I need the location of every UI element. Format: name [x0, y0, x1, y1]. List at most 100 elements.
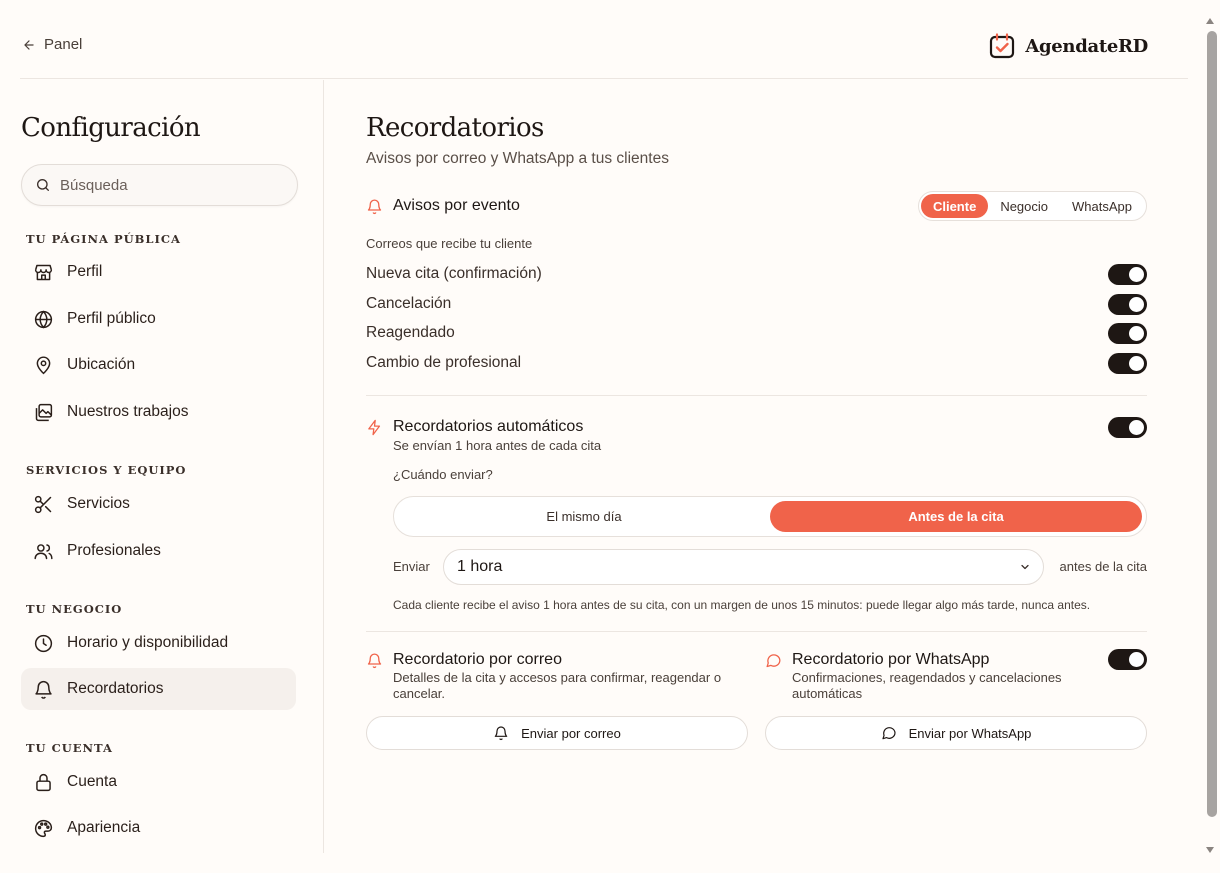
button-label: Enviar por correo — [521, 725, 621, 741]
whatsapp-reminder-title: Recordatorio por WhatsApp — [792, 651, 990, 668]
email-reminder-description: Detalles de la cita y accesos para confi… — [393, 670, 722, 701]
toggle-label: Cambio de profesional — [366, 354, 522, 371]
search-box[interactable] — [21, 164, 298, 206]
page-subtitle: Avisos por correo y WhatsApp a tus clien… — [366, 150, 669, 167]
search-icon — [37, 179, 49, 191]
send-offset-value: 1 hora — [457, 558, 503, 575]
tab-whatsapp[interactable]: WhatsApp — [1060, 194, 1144, 218]
sidebar-item-label: Perfil público — [67, 310, 156, 327]
sidebar-item-label: Servicios — [67, 495, 130, 512]
new-appointment-toggle[interactable] — [1108, 263, 1147, 285]
page-title: Recordatorios — [366, 113, 544, 143]
calendar-check-icon — [990, 33, 1015, 59]
sidebar-item-profile[interactable]: Perfil — [21, 251, 296, 293]
section-divider — [366, 631, 1147, 632]
before-appointment-suffix: antes de la cita — [1059, 559, 1147, 574]
sidebar-item-label: Profesionales — [67, 542, 161, 559]
client-emails-label: Correos que recibe tu cliente — [366, 236, 533, 251]
sidebar-item-label: Horario y disponibilidad — [67, 634, 229, 651]
professional-change-toggle[interactable] — [1108, 352, 1147, 374]
images-icon — [35, 403, 53, 421]
cancellation-toggle[interactable] — [1108, 293, 1147, 315]
button-label: Enviar por WhatsApp — [908, 725, 1032, 741]
section-divider — [366, 395, 1147, 396]
tab-cliente[interactable]: Cliente — [920, 194, 989, 218]
toggle-label: Cancelación — [366, 295, 452, 312]
sidebar-item-location[interactable]: Ubicación — [21, 344, 296, 386]
send-by-email-button[interactable]: Enviar por correo — [366, 716, 748, 750]
sidebar-item-public-profile[interactable]: Perfil público — [21, 298, 296, 340]
sidebar-item-label: Apariencia — [67, 819, 141, 836]
arrow-left-icon — [24, 39, 34, 50]
toggle-label: Nueva cita (confirmación) — [366, 265, 542, 282]
bell-icon — [367, 652, 382, 668]
whatsapp-reminder-toggle[interactable] — [1108, 649, 1147, 670]
option-same-day[interactable]: El mismo día — [398, 501, 770, 532]
sidebar-item-label: Cuenta — [67, 773, 117, 790]
sidebar-item-professionals[interactable]: Profesionales — [21, 530, 296, 572]
zap-icon — [368, 419, 381, 435]
chevron-down-icon — [1021, 564, 1029, 570]
email-reminder-title: Recordatorio por correo — [393, 651, 562, 668]
clock-icon — [34, 634, 53, 652]
option-before-appointment[interactable]: Antes de la cita — [770, 501, 1142, 532]
settings-sidebar: Configuración TU PÁGINA PÚBLICA Perfil P… — [0, 80, 324, 853]
top-bar: Panel AgendateRD — [20, 0, 1188, 79]
users-icon — [34, 543, 53, 559]
sidebar-item-reminders[interactable]: Recordatorios — [21, 668, 296, 710]
auto-reminders-subtitle: Se envían 1 hora antes de cada cita — [393, 438, 602, 453]
timing-note: Cada cliente recibe el aviso 1 hora ante… — [393, 598, 1091, 612]
bell-icon — [494, 726, 508, 741]
bell-icon — [35, 680, 52, 699]
palette-icon — [34, 819, 53, 837]
audience-tab-group: Cliente Negocio WhatsApp — [917, 191, 1147, 221]
email-reminder-heading: Recordatorio por correo — [366, 651, 562, 669]
scissors-icon — [34, 495, 52, 513]
scrollbar-thumb[interactable] — [1207, 31, 1217, 817]
sidebar-item-services[interactable]: Servicios — [21, 483, 296, 525]
brand-name: AgendateRD — [1025, 35, 1148, 57]
section-heading-business: TU NEGOCIO — [26, 602, 123, 616]
auto-reminders-heading: Recordatorios automáticos — [366, 418, 583, 436]
map-pin-icon — [36, 355, 51, 374]
sidebar-title: Configuración — [21, 113, 201, 143]
send-by-whatsapp-button[interactable]: Enviar por WhatsApp — [765, 716, 1147, 750]
message-circle-icon — [766, 653, 781, 667]
section-heading-account: TU CUENTA — [26, 741, 113, 755]
toggle-label: Reagendado — [366, 324, 455, 341]
scroll-down-arrow-icon[interactable] — [1206, 847, 1214, 853]
bell-icon — [367, 198, 382, 214]
rescheduled-toggle[interactable] — [1108, 322, 1147, 344]
send-timing-segment: El mismo día Antes de la cita — [393, 496, 1147, 537]
back-to-panel-link[interactable]: Panel — [22, 36, 82, 53]
auto-reminders-toggle[interactable] — [1108, 417, 1147, 438]
search-input[interactable] — [60, 176, 280, 194]
whatsapp-reminder-heading: Recordatorio por WhatsApp — [765, 651, 989, 669]
brand-logo[interactable]: AgendateRD — [988, 32, 1148, 60]
send-offset-select[interactable]: 1 hora — [443, 549, 1044, 585]
toggle-row-new-appointment: Nueva cita (confirmación) — [366, 262, 1147, 286]
globe-icon — [34, 310, 53, 328]
when-to-send-label: ¿Cuándo enviar? — [393, 467, 493, 482]
sidebar-item-our-work[interactable]: Nuestros trabajos — [21, 391, 296, 433]
sidebar-item-label: Ubicación — [67, 356, 136, 373]
event-notices-title: Avisos por evento — [393, 197, 520, 214]
sidebar-item-schedule[interactable]: Horario y disponibilidad — [21, 622, 296, 664]
sidebar-item-account[interactable]: Cuenta — [21, 761, 296, 803]
message-circle-icon — [881, 727, 896, 740]
send-label: Enviar — [393, 559, 430, 574]
tab-negocio[interactable]: Negocio — [988, 194, 1060, 218]
toggle-row-professional-change: Cambio de profesional — [366, 351, 1147, 375]
lock-icon — [36, 773, 51, 791]
sidebar-item-appearance[interactable]: Apariencia — [21, 807, 296, 849]
event-notices-heading: Avisos por evento — [366, 197, 520, 215]
scroll-up-arrow-icon[interactable] — [1206, 18, 1214, 24]
section-heading-services: SERVICIOS Y EQUIPO — [26, 463, 187, 477]
section-heading-public-page: TU PÁGINA PÚBLICA — [26, 232, 181, 246]
toggle-row-rescheduled: Reagendado — [366, 321, 1147, 345]
sidebar-item-label: Nuestros trabajos — [67, 403, 189, 420]
toggle-row-cancellation: Cancelación — [366, 292, 1147, 316]
sidebar-item-label: Perfil — [67, 263, 103, 280]
scrollbar[interactable] — [1200, 0, 1220, 873]
sidebar-item-label: Recordatorios — [67, 680, 164, 697]
